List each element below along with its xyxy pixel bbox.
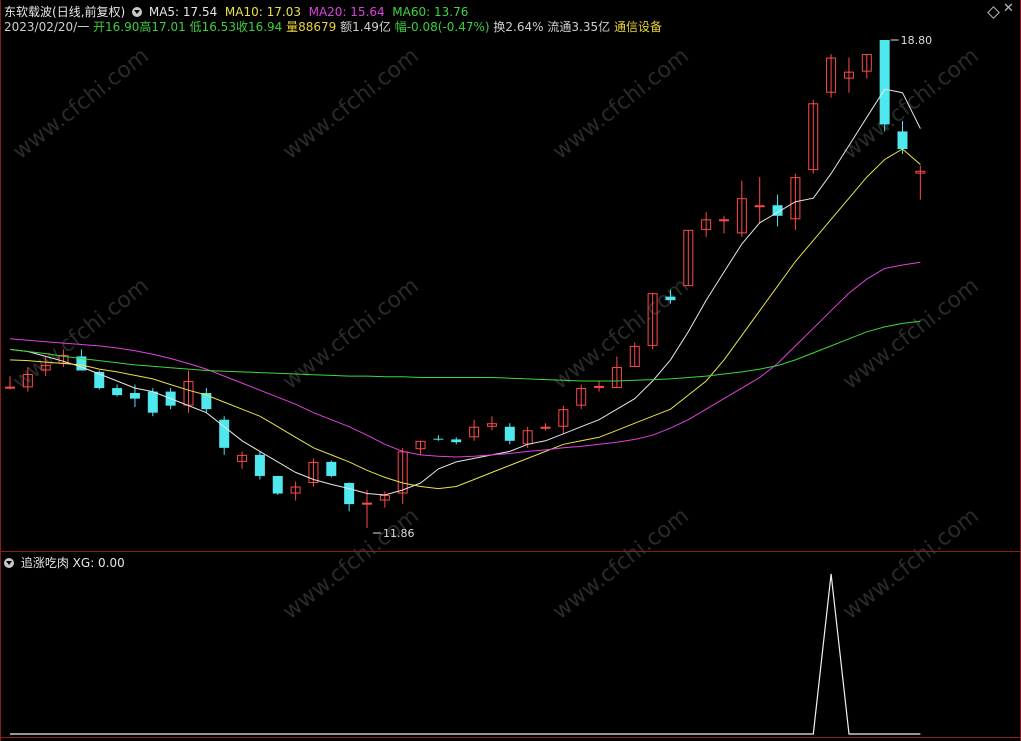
period-label: (日线,前复权) bbox=[52, 5, 126, 19]
indicator-dropdown-icon[interactable] bbox=[4, 558, 14, 568]
low-label: 11.86 bbox=[383, 527, 415, 540]
bottom-border bbox=[0, 737, 1021, 738]
dropdown-icon[interactable] bbox=[132, 7, 143, 17]
candle-body-down bbox=[665, 296, 676, 301]
header-row-2: 2023/02/20/一 开16.90高17.01 低16.53收16.94 量… bbox=[4, 20, 662, 34]
watermark-layer: www.cfchi.com www.cfchi.com www.cfchi.com w… bbox=[8, 43, 983, 624]
high-label: 高17.01 bbox=[139, 20, 186, 34]
candle-body-down bbox=[272, 475, 283, 494]
watermark-text: www.cfchi.com bbox=[8, 43, 153, 164]
high-label: 18.80 bbox=[901, 34, 933, 47]
indicator-header: 追涨吃肉 XG: 0.00 bbox=[4, 556, 125, 570]
ma5-value: MA5: 17.54 bbox=[148, 5, 218, 19]
candle-body-down bbox=[433, 438, 444, 440]
header-row-1: 东软载波(日线,前复权) MA5: 17.54 MA10: 17.03 MA20… bbox=[4, 5, 468, 19]
candle-body-up bbox=[362, 502, 372, 505]
indicator-name: 追涨吃肉 bbox=[20, 556, 69, 570]
candle-body-down bbox=[326, 461, 337, 476]
candle-body-down bbox=[451, 439, 462, 443]
candle-body-down bbox=[129, 392, 140, 399]
candle-body-down bbox=[897, 131, 908, 149]
sector-label: 通信设备 bbox=[613, 20, 662, 34]
ma-line-ma10 bbox=[9, 148, 921, 490]
volume-label: 量88679 bbox=[286, 20, 337, 34]
candle-body-up bbox=[5, 386, 15, 389]
close-icon[interactable]: ✕ bbox=[1003, 2, 1014, 16]
ma10-value: MA10: 17.03 bbox=[224, 5, 301, 19]
candle-body-up bbox=[754, 205, 765, 208]
amount-label: 额1.49亿 bbox=[340, 20, 391, 34]
indicator-value: XG: 0.00 bbox=[72, 556, 125, 570]
close-label: 收16.94 bbox=[235, 20, 283, 34]
candle-body-down bbox=[254, 454, 265, 476]
candle-body-up bbox=[719, 219, 729, 222]
turnover-label: 换2.64% bbox=[493, 20, 544, 34]
xg-signal-line bbox=[10, 573, 921, 735]
watermark-text: www.cfchi.com bbox=[838, 503, 983, 624]
low-label: 低16.53 bbox=[189, 20, 236, 34]
candle-body-down bbox=[879, 40, 890, 125]
candle-body-up bbox=[540, 426, 551, 429]
watermark-text: www.cfchi.com bbox=[548, 503, 693, 624]
watermark-text: www.cfchi.com bbox=[838, 43, 983, 164]
watermark-text: www.cfchi.com bbox=[278, 503, 423, 624]
candle-body-down bbox=[112, 388, 123, 396]
ma-line-ma60 bbox=[9, 320, 921, 382]
chart-canvas[interactable]: www.cfchi.com www.cfchi.com www.cfchi.com w… bbox=[0, 0, 1021, 741]
ma20-value: MA20: 15.64 bbox=[308, 5, 385, 19]
date-label: 2023/02/20/一 bbox=[4, 20, 90, 34]
stock-name: 东软载波 bbox=[4, 5, 53, 19]
open-label: 开16.90 bbox=[93, 20, 140, 34]
candle-body-down bbox=[504, 426, 515, 441]
candle-body-down bbox=[147, 391, 158, 413]
pane-divider[interactable] bbox=[0, 551, 1021, 552]
watermark-text: www.cfchi.com bbox=[8, 273, 153, 394]
indicator-chart bbox=[10, 573, 921, 735]
watermark-text: www.cfchi.com bbox=[548, 43, 693, 164]
float-label: 流通3.35亿 bbox=[547, 20, 611, 34]
candle-body-down bbox=[344, 482, 355, 505]
change-label: 幅-0.08(-0.47%) bbox=[394, 20, 490, 34]
watermark-text: www.cfchi.com bbox=[278, 43, 423, 164]
ma60-value: MA60: 13.76 bbox=[392, 5, 469, 19]
